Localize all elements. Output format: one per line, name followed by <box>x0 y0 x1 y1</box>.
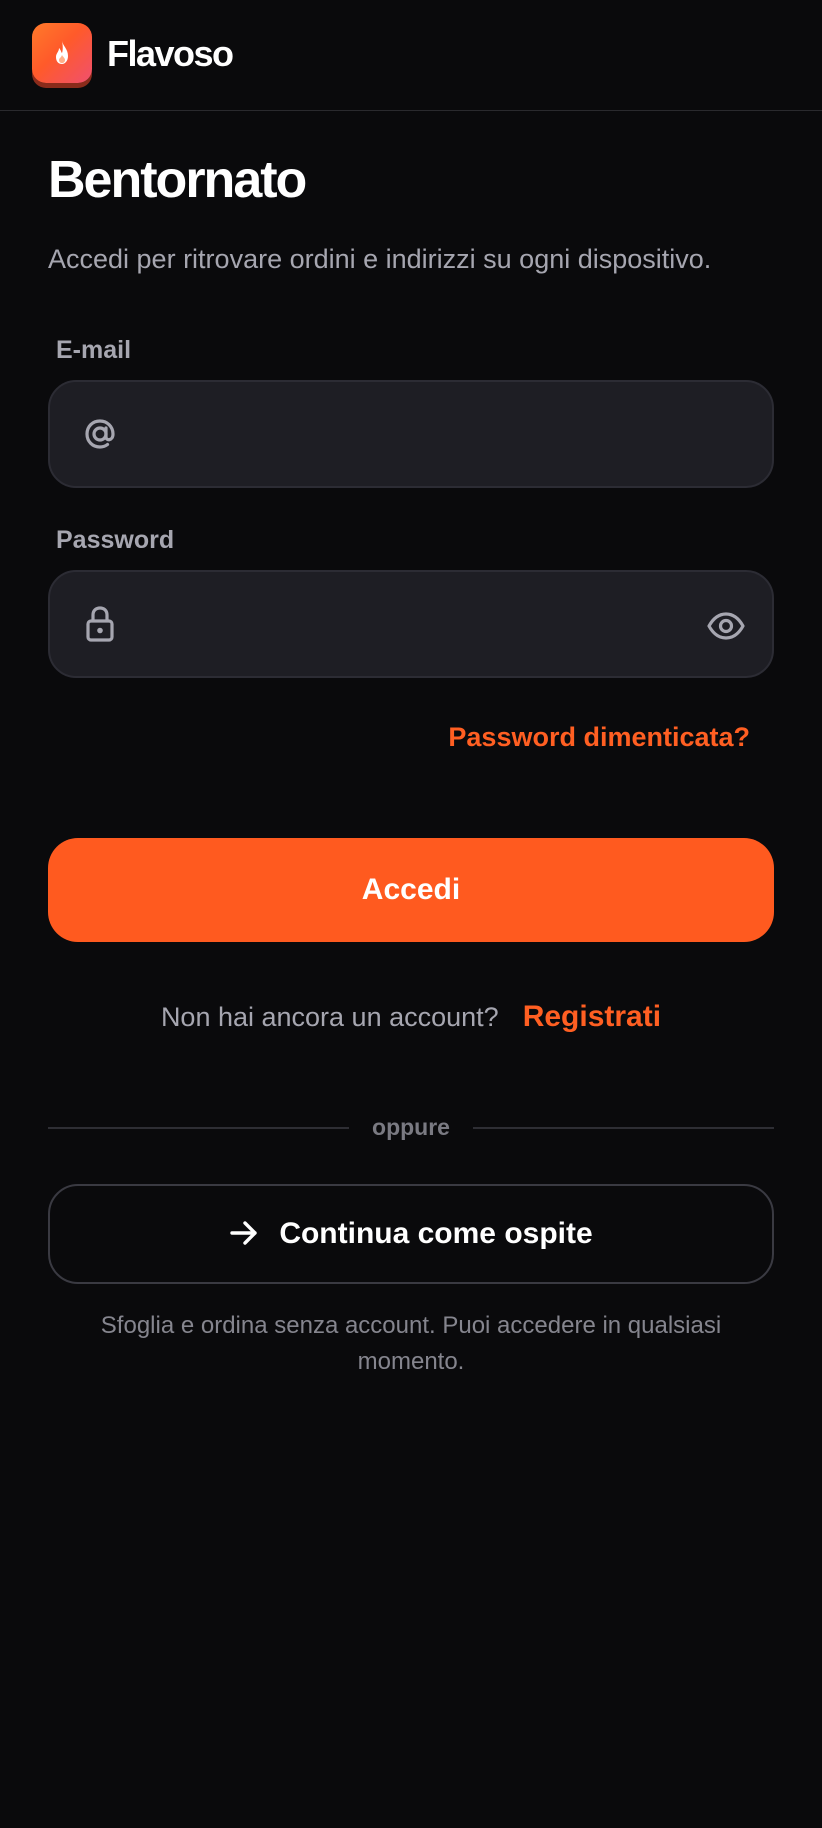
app-logo[interactable] <box>32 23 92 83</box>
lock-icon <box>80 604 120 644</box>
email-label: E-mail <box>56 336 132 364</box>
eye-icon[interactable] <box>706 606 746 646</box>
divider-label: oppure <box>372 1114 450 1140</box>
guest-note: Sfoglia e ordina senza account. Puoi acc… <box>100 1312 722 1375</box>
email-field-wrapper <box>48 380 774 488</box>
forgot-password-link[interactable]: Password dimenticata? <box>448 722 750 753</box>
guest-button-label: Continua come ospite <box>279 1217 593 1250</box>
password-label: Password <box>56 526 175 554</box>
email-field[interactable] <box>146 382 706 486</box>
app-header: Flavoso <box>0 0 822 111</box>
brand-name: Flavoso <box>107 33 234 74</box>
signup-row: Non hai ancora un account? Registrati <box>0 1000 822 1034</box>
guest-button[interactable]: Continua come ospite <box>48 1184 774 1284</box>
flame-icon <box>56 41 68 64</box>
login-button[interactable]: Accedi <box>48 838 774 942</box>
or-divider: oppure <box>48 1112 774 1142</box>
signup-question: Non hai ancora un account? <box>160 1002 499 1032</box>
page-subtitle: Accedi per ritrovare ordini e indirizzi … <box>48 244 712 274</box>
signup-link[interactable]: Registrati <box>523 1000 661 1034</box>
page-title: Bentornato <box>48 151 307 209</box>
password-field[interactable] <box>146 572 706 676</box>
arrow-right-icon <box>229 1219 259 1250</box>
password-field-wrapper <box>48 570 774 678</box>
at-sign-icon <box>80 414 120 454</box>
